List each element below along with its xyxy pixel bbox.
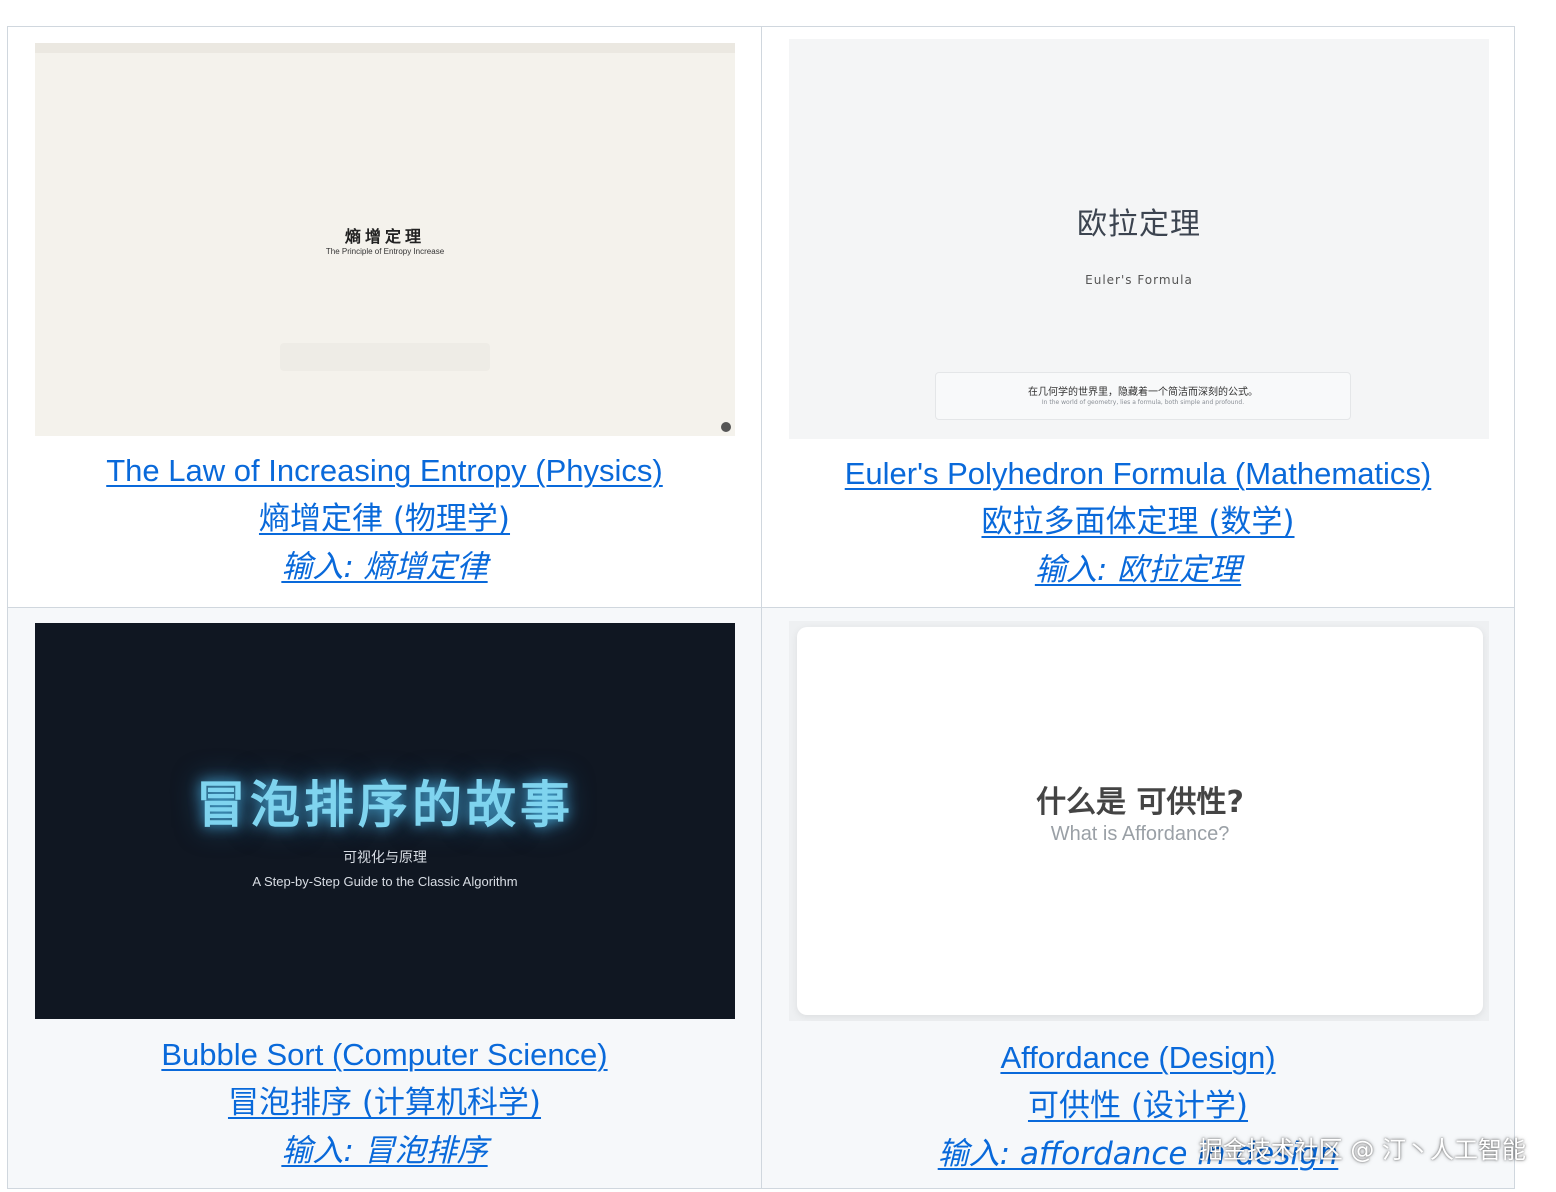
link-english-title[interactable]: Euler's Polyhedron Formula (Mathematics) xyxy=(762,450,1514,498)
slide-title: 冒泡排序的故事 xyxy=(196,776,574,834)
link-english-title[interactable]: Affordance (Design) xyxy=(762,1034,1514,1082)
link-chinese-title[interactable]: 可供性 (设计学) xyxy=(762,1082,1514,1130)
slide-placeholder-block xyxy=(280,343,490,371)
slide-thumbnail-euler[interactable]: 欧拉定理 Euler's Formula 在几何学的世界里，隐藏着一个简洁而深刻… xyxy=(789,39,1489,439)
link-english-title[interactable]: Bubble Sort (Computer Science) xyxy=(8,1031,761,1079)
slide-quote-zh: 在几何学的世界里，隐藏着一个简洁而深刻的公式。 xyxy=(1028,387,1258,398)
link-chinese-title[interactable]: 欧拉多面体定理 (数学) xyxy=(762,498,1514,546)
example-caption: The Law of Increasing Entropy (Physics) … xyxy=(8,447,761,591)
slide-thumbnail-affordance[interactable]: 什么是 可供性? What is Affordance? xyxy=(789,621,1489,1021)
examples-table: 熵增定理 The Principle of Entropy Increase T… xyxy=(7,26,1515,1189)
link-chinese-title[interactable]: 熵增定律 (物理学) xyxy=(8,495,761,543)
slide-control-icon[interactable] xyxy=(721,422,731,432)
link-chinese-title[interactable]: 冒泡排序 (计算机科学) xyxy=(8,1079,761,1127)
example-caption: Euler's Polyhedron Formula (Mathematics)… xyxy=(762,450,1514,594)
slide-card: 什么是 可供性? What is Affordance? xyxy=(797,627,1483,1015)
slide-subtitle: What is Affordance? xyxy=(1050,823,1230,845)
link-english-title[interactable]: The Law of Increasing Entropy (Physics) xyxy=(8,447,761,495)
link-input-prompt[interactable]: 输入: 冒泡排序 xyxy=(8,1127,761,1175)
slide-thumbnail-entropy[interactable]: 熵增定理 The Principle of Entropy Increase xyxy=(35,43,735,436)
link-input-prompt[interactable]: 输入: 欧拉定理 xyxy=(762,546,1514,594)
slide-top-bar xyxy=(35,43,735,53)
watermark: 掘金技术社区 @ 汀丶人工智能 xyxy=(1198,1136,1526,1164)
slide-thumbnail-bubble-sort[interactable]: 冒泡排序的故事 可视化与原理 A Step-by-Step Guide to t… xyxy=(35,623,735,1019)
slide-title: 什么是 可供性? xyxy=(1036,785,1244,820)
slide-subtitle-en: A Step-by-Step Guide to the Classic Algo… xyxy=(252,874,518,889)
example-cell-entropy: 熵增定理 The Principle of Entropy Increase T… xyxy=(7,26,762,608)
slide-title: 熵增定理 xyxy=(344,227,425,246)
slide-subtitle: 可视化与原理 xyxy=(343,850,427,866)
example-cell-bubble-sort: 冒泡排序的故事 可视化与原理 A Step-by-Step Guide to t… xyxy=(7,607,762,1189)
link-input-prompt[interactable]: 输入: 熵增定律 xyxy=(8,543,761,591)
example-cell-euler: 欧拉定理 Euler's Formula 在几何学的世界里，隐藏着一个简洁而深刻… xyxy=(761,26,1515,608)
example-caption: Bubble Sort (Computer Science) 冒泡排序 (计算机… xyxy=(8,1031,761,1175)
slide-subtitle: Euler's Formula xyxy=(1085,273,1193,287)
slide-title: 欧拉定理 xyxy=(1077,207,1201,242)
slide-subtitle: The Principle of Entropy Increase xyxy=(325,247,445,256)
example-cell-affordance: 什么是 可供性? What is Affordance? Affordance … xyxy=(761,607,1515,1189)
slide-quote-box: 在几何学的世界里，隐藏着一个简洁而深刻的公式。 In the world of … xyxy=(935,372,1351,420)
slide-quote-en: In the world of geometry, lies a formula… xyxy=(1041,399,1245,406)
